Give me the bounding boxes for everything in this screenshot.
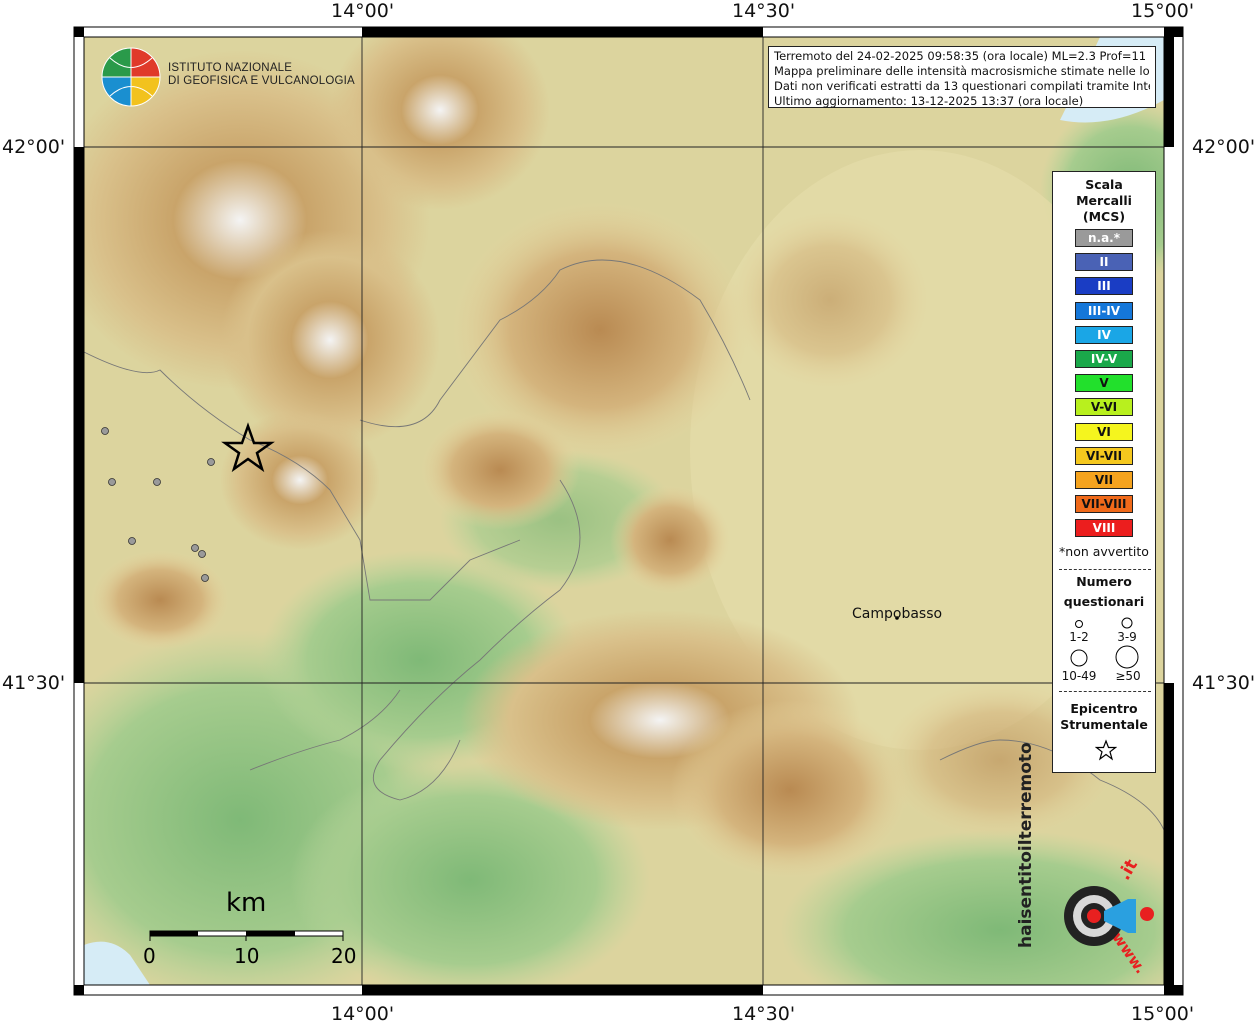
- logo-line-1: ISTITUTO NAZIONALE: [168, 62, 293, 74]
- event-info-box: Terremoto del 24-02-2025 09:58:35 (ora l…: [768, 46, 1156, 108]
- coord-top-14-00: 14°00': [331, 0, 395, 22]
- intensity-swatch: II: [1075, 253, 1133, 272]
- intensity-point: [153, 478, 161, 486]
- intensity-swatch: III-IV: [1075, 301, 1133, 320]
- brand-text-left: haisentitoilterremoto: [1016, 742, 1036, 948]
- count-title-1: Numero: [1076, 574, 1132, 589]
- intensity-point: [101, 427, 109, 435]
- intensity-swatch: VI: [1075, 422, 1133, 441]
- intensity-swatch: V-VI: [1075, 398, 1133, 417]
- intensity-swatch: VIII: [1075, 519, 1133, 538]
- count-label-3-9: 3-9: [1117, 630, 1137, 644]
- coord-top-14-30: 14°30': [732, 0, 796, 22]
- coord-top-15-00: 15°00': [1131, 0, 1195, 22]
- intensity-swatch: VII: [1075, 471, 1133, 489]
- coord-right-42-00: 42°00': [1192, 136, 1256, 158]
- ingv-logo-icon: [101, 47, 161, 107]
- intensity-point: [108, 478, 116, 486]
- coord-left-42-00: 42°00': [2, 136, 66, 158]
- legend-panel: Scala Mercalli (MCS) n.a.* II III III-IV IV I…: [1052, 171, 1156, 773]
- terrain-layer: [84, 37, 1164, 985]
- intensity-swatch: IV: [1075, 325, 1133, 344]
- coord-bottom-15-00: 15°00': [1131, 1003, 1195, 1025]
- epicenter-title-1: Epicentro: [1070, 701, 1138, 716]
- intensity-swatch: III: [1075, 277, 1133, 296]
- scale-unit: km: [226, 888, 267, 918]
- legend-divider: [1059, 569, 1151, 570]
- scale-tick-20: 20: [331, 944, 357, 968]
- coord-bottom-14-30: 14°30': [732, 1003, 796, 1025]
- event-info-line-1: Terremoto del 24-02-2025 09:58:35 (ora l…: [774, 49, 1150, 63]
- intensity-swatch: V: [1075, 374, 1133, 393]
- legend-divider: [1059, 691, 1151, 692]
- city-label-campobasso: Campobasso: [852, 606, 943, 622]
- intensity-point: [128, 537, 136, 545]
- legend-note: *non avvertito: [1059, 544, 1149, 559]
- event-info-line-2: Mappa preliminare delle intensità macros…: [774, 64, 1150, 78]
- event-info-line-4: Ultimo aggiornamento: 13-12-2025 13:37 (…: [774, 94, 1084, 108]
- count-label-50: ≥50: [1115, 669, 1141, 683]
- scale-tick-10: 10: [234, 944, 260, 968]
- ingv-logo-text: ISTITUTO NAZIONALE DI GEOFISICA E VULCAN…: [168, 62, 355, 88]
- count-label-1-2: 1-2: [1069, 630, 1089, 644]
- logo-line-2: DI GEOFISICA E VULCANOLOGIA: [168, 75, 355, 87]
- coord-bottom-14-00: 14°00': [331, 1003, 395, 1025]
- coord-right-41-30: 41°30': [1192, 672, 1256, 694]
- intensity-swatch: IV-V: [1075, 350, 1133, 368]
- legend-title-line-1: Scala: [1085, 177, 1123, 192]
- scale-tick-0: 0: [143, 944, 156, 968]
- epicenter-title-2: Strumentale: [1060, 717, 1148, 732]
- count-title-2: questionari: [1063, 594, 1145, 609]
- event-info-line-3: Dati non verificati estratti da 13 quest…: [774, 79, 1150, 93]
- count-label-10-49: 10-49: [1061, 669, 1097, 683]
- intensity-point: [198, 550, 206, 558]
- intensity-swatch: VI-VII: [1075, 446, 1133, 465]
- legend-title-line-2: Mercalli: [1076, 193, 1132, 208]
- intensity-swatch: VII-VIII: [1075, 495, 1133, 514]
- intensity-point: [201, 574, 209, 582]
- coord-left-41-30: 41°30': [2, 672, 66, 694]
- intensity-point: [207, 458, 215, 466]
- epicenter-legend-star-icon: [1095, 739, 1117, 761]
- legend-title-line-3: (MCS): [1082, 209, 1126, 224]
- intensity-swatch: n.a.*: [1075, 229, 1133, 247]
- intensity-point: [191, 544, 199, 552]
